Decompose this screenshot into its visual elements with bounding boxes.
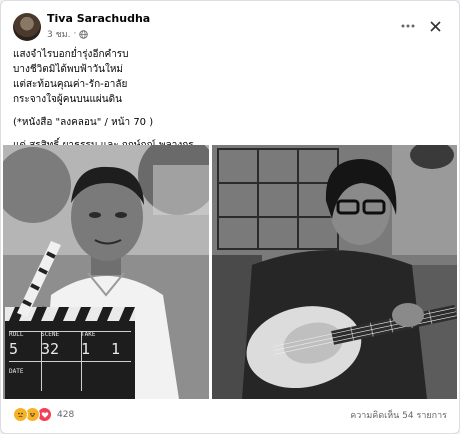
slate-date-label: DATE — [9, 368, 24, 375]
more-options-button[interactable] — [397, 15, 419, 37]
close-icon — [429, 20, 441, 32]
close-button[interactable] — [424, 15, 446, 37]
post-text: แสงจำไรบอกย่ำรุ่งอีกคำรบ บางชีวิตมิได้พบ… — [13, 47, 194, 153]
slate-take-value: 1 — [81, 340, 91, 358]
post-time[interactable]: 3 ชม. — [47, 27, 71, 41]
photo-man-with-guitar[interactable] — [212, 145, 457, 399]
author-avatar[interactable] — [13, 13, 41, 41]
source-note: (*หนังสือ "ลงคลอน" / หน้า 70 ) — [13, 117, 154, 128]
photo-man-with-clapperboard[interactable]: ROLL SCENE TAKE 5 32 1 1 DATE — [3, 145, 209, 399]
slate-number-value: 1 — [111, 340, 121, 358]
globe-icon — [79, 29, 89, 39]
slate-scene-label: SCENE — [41, 331, 60, 338]
reaction-count: 428 — [57, 409, 75, 420]
slate-text: ROLL SCENE TAKE 5 32 1 1 DATE — [9, 331, 135, 375]
comments-count-link[interactable]: ความคิดเห็น 54 รายการ — [350, 408, 447, 422]
author-name[interactable]: Tiva Sarachudha — [47, 12, 150, 25]
poem-line: แสงจำไรบอกย่ำรุ่งอีกคำรบ — [13, 49, 129, 60]
post-card: Tiva Sarachudha 3 ชม. · แสงจำไรบอกย่ำรุ่… — [0, 0, 460, 434]
slate-scene-value: 32 — [41, 340, 60, 358]
slate-take-label: TAKE — [81, 331, 96, 338]
more-icon — [401, 24, 415, 28]
poem-line: บางชีวิตมิได้พบฟ้าวันใหม่ — [13, 64, 124, 75]
poem-line: กระจางใจผู้คนบนแผ่นดิน — [13, 94, 122, 105]
reactions-summary[interactable]: 428 — [13, 407, 74, 422]
post-meta: 3 ชม. · — [47, 27, 89, 41]
slate-roll-value: 5 — [9, 340, 19, 358]
slate-roll-label: ROLL — [9, 331, 24, 338]
sad-icon — [13, 407, 28, 422]
poem-line: แต่สะท้อนคุณค่า-รัก-อาลัย — [13, 79, 128, 90]
